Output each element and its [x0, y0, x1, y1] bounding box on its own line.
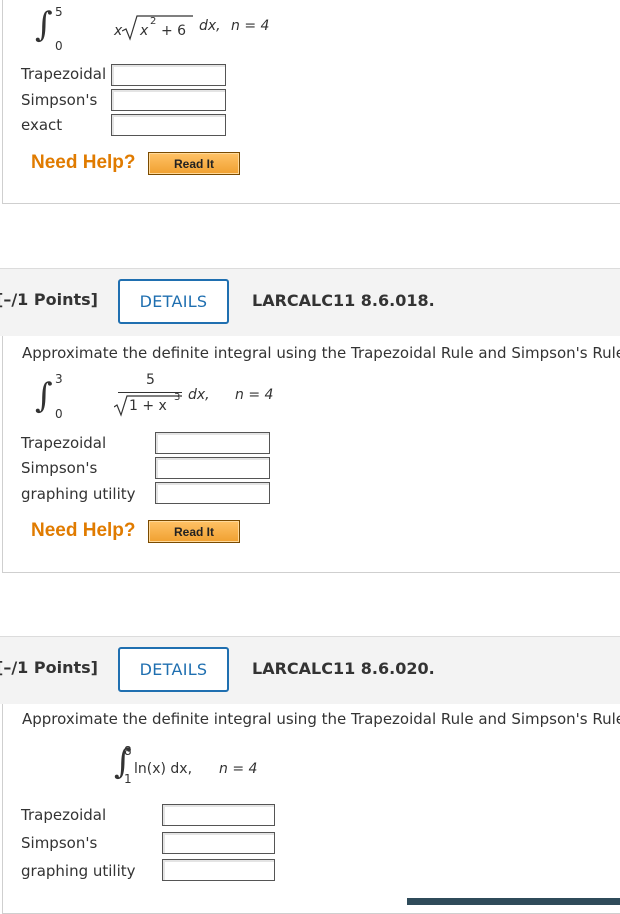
graphing-utility-input[interactable]: [155, 482, 270, 504]
simpsons-input[interactable]: [162, 832, 275, 854]
graphing-utility-input[interactable]: [162, 859, 275, 881]
points-label: [–/1 Points]: [0, 658, 98, 677]
label-trapezoidal: Trapezoidal: [21, 65, 107, 83]
label-trapezoidal: Trapezoidal: [21, 434, 107, 452]
details-button[interactable]: DETAILS: [118, 279, 229, 324]
details-button[interactable]: DETAILS: [118, 647, 229, 692]
trapezoidal-input[interactable]: [111, 64, 226, 86]
label-simpsons: Simpson's: [21, 834, 98, 852]
label-graphing-utility: graphing utility: [21, 485, 136, 503]
problem-code: LARCALC11 8.6.020.: [252, 659, 435, 678]
label-exact: exact: [21, 116, 63, 134]
question-3-panel: Approximate the definite integral using …: [2, 704, 620, 914]
question-prompt: Approximate the definite integral using …: [22, 710, 620, 728]
question-2-panel: Approximate the definite integral using …: [2, 336, 620, 573]
integral-sign-icon: ∫: [35, 5, 53, 45]
question-3-header: [–/1 Points] DETAILS LARCALC11 8.6.020.: [0, 636, 620, 704]
simpsons-input[interactable]: [111, 89, 226, 111]
need-help-label: Need Help?: [31, 152, 136, 173]
points-label: [–/1 Points]: [0, 290, 98, 309]
q3-integral: ∫ 8 1 ln(x) dx, n = 4: [114, 742, 258, 786]
label-simpsons: Simpson's: [21, 91, 98, 109]
integral-sign-icon: ∫: [35, 376, 53, 416]
label-trapezoidal: Trapezoidal: [21, 806, 107, 824]
read-it-button[interactable]: Read It: [148, 152, 240, 175]
problem-code: LARCALC11 8.6.018.: [252, 291, 435, 310]
question-1-panel: ∫ 5 0 x x 2 + 6 dx, n = 4 Trapezoidal Si…: [2, 0, 620, 204]
trapezoidal-input[interactable]: [155, 432, 270, 454]
q2-integral: ∫ 3 0 5 1 + x 3 dx, n = 4: [35, 372, 274, 421]
read-it-button[interactable]: Read It: [148, 520, 240, 543]
exact-input[interactable]: [111, 114, 226, 136]
need-help-label: Need Help?: [31, 520, 136, 541]
trapezoidal-input[interactable]: [162, 804, 275, 826]
question-prompt: Approximate the definite integral using …: [22, 344, 620, 362]
question-2-header: [–/1 Points] DETAILS LARCALC11 8.6.018.: [0, 268, 620, 336]
label-simpsons: Simpson's: [21, 459, 98, 477]
simpsons-input[interactable]: [155, 457, 270, 479]
q1-integral: ∫ 5 0 x x 2 + 6 dx, n = 4: [35, 5, 270, 53]
label-graphing-utility: graphing utility: [21, 862, 136, 880]
bottom-bar: [407, 898, 620, 905]
